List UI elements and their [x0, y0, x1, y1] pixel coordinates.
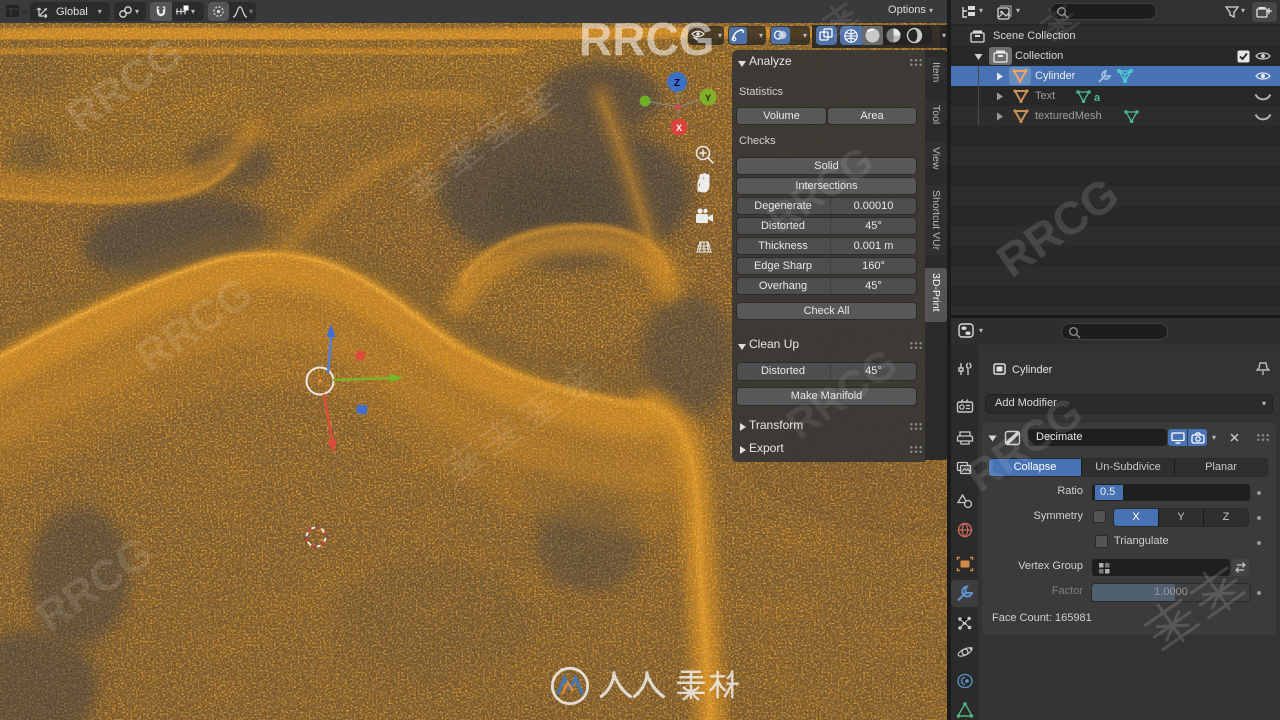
svg-text:X: X [676, 123, 682, 133]
svg-text:Z: Z [674, 78, 680, 89]
svg-text:a: a [1094, 92, 1101, 102]
svg-text:Y: Y [705, 93, 711, 103]
